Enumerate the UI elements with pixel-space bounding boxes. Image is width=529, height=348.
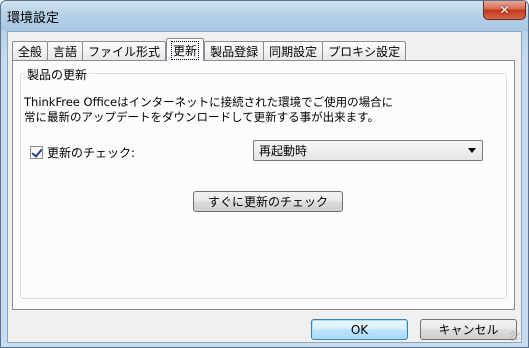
check-now-button[interactable]: すぐに更新のチェック [193, 191, 343, 212]
close-icon: ✕ [499, 3, 510, 17]
tab-sync-settings[interactable]: 同期設定 [263, 41, 324, 61]
close-button[interactable]: ✕ [483, 1, 526, 20]
resize-grip[interactable] [510, 331, 520, 341]
dropdown-arrow-icon [468, 148, 476, 153]
description-line-1: ThinkFree Officeはインターネットに接続された環境でご使用の場合に [24, 95, 394, 109]
tab-strip: 全般 言語 ファイル形式 更新 製品登録 同期設定 プロキシ設定 [12, 38, 407, 61]
tab-product-registration[interactable]: 製品登録 [204, 41, 265, 61]
tab-proxy-settings[interactable]: プロキシ設定 [322, 41, 407, 61]
update-description: ThinkFree Officeはインターネットに接続された環境でご使用の場合に… [24, 95, 393, 125]
dialog-client-area: 全般 言語 ファイル形式 更新 製品登録 同期設定 プロキシ設定 製品の更新 T… [7, 31, 522, 343]
settings-dialog: 環境設定 ✕ 全般 言語 ファイル形式 更新 製品登録 同期設定 プロキシ設定 … [0, 0, 529, 348]
group-title: 製品の更新 [25, 66, 90, 83]
update-check-label: 更新のチェック: [47, 146, 136, 160]
window-title: 環境設定 [7, 11, 60, 26]
update-frequency-value: 再起動時 [259, 144, 308, 158]
update-frequency-select[interactable]: 再起動時 [253, 140, 483, 161]
description-line-2: 常に最新のアップデートをダウンロードして更新する事が出来ます。 [24, 110, 380, 124]
cancel-button[interactable]: キャンセル [420, 319, 517, 340]
update-check-row: 更新のチェック: [30, 144, 135, 161]
tab-general[interactable]: 全般 [12, 41, 49, 61]
product-update-group: 製品の更新 ThinkFree Officeはインターネットに接続された環境でご… [20, 66, 507, 299]
ok-button[interactable]: OK [311, 319, 408, 340]
update-check-checkbox[interactable] [30, 146, 43, 159]
update-tab-panel: 製品の更新 ThinkFree Officeはインターネットに接続された環境でご… [12, 60, 515, 310]
tab-update[interactable]: 更新 [166, 38, 205, 61]
tab-file-format[interactable]: ファイル形式 [82, 41, 167, 61]
title-bar: 環境設定 ✕ [1, 1, 528, 31]
tab-language[interactable]: 言語 [47, 41, 84, 61]
